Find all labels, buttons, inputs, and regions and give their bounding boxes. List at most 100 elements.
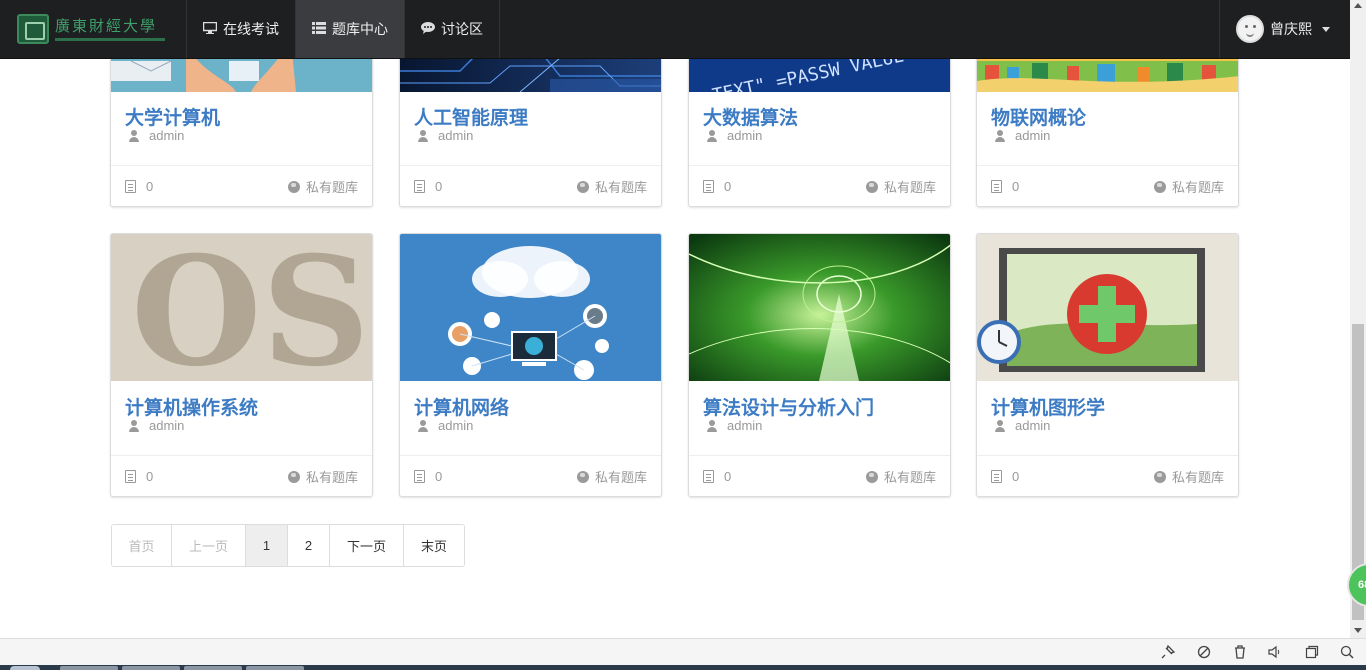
pagination-first[interactable]: 首页	[112, 525, 172, 566]
card-thumbnail[interactable]	[689, 234, 950, 381]
logo-text: 廣東財經大學	[55, 16, 158, 35]
question-bank-card[interactable]: OS 计算机操作系统 admin 0 私有题库	[110, 233, 373, 497]
visibility-label: 私有题库	[305, 179, 358, 195]
medical-cross-image	[977, 234, 1238, 381]
user-icon	[129, 129, 139, 142]
globe-icon	[576, 470, 589, 483]
document-icon	[703, 179, 714, 193]
scroll-up-arrow-icon[interactable]	[1354, 3, 1362, 8]
document-icon	[125, 179, 136, 193]
card-author-name: admin	[1015, 128, 1051, 143]
taskbar-app[interactable]	[60, 666, 118, 670]
globe-icon	[287, 470, 300, 483]
top-navbar: 廣東財經大學 在线考试 题库中心 讨论区 曾庆熙	[0, 0, 1350, 59]
card-thumbnail[interactable]: OS	[111, 234, 372, 381]
card-author: admin	[418, 418, 473, 433]
user-icon	[418, 419, 428, 432]
card-title[interactable]: 计算机图形学	[991, 393, 1105, 420]
card-thumbnail[interactable]	[400, 234, 661, 381]
visibility-label: 私有题库	[305, 469, 358, 485]
nav-online-exam[interactable]: 在线考试	[187, 0, 296, 58]
speaker-icon[interactable]	[1268, 645, 1282, 659]
card-author-name: admin	[727, 128, 763, 143]
university-seal-icon	[17, 14, 49, 44]
user-icon	[707, 129, 717, 142]
document-icon	[991, 179, 1002, 193]
card-footer: 0 私有题库	[689, 165, 950, 206]
start-button-icon[interactable]	[10, 666, 40, 670]
refresh-disabled-icon[interactable]	[1197, 645, 1211, 659]
card-author-name: admin	[149, 128, 185, 143]
globe-icon	[865, 180, 878, 193]
card-thumbnail[interactable]	[977, 234, 1238, 381]
user-icon	[129, 419, 139, 432]
question-count: 0	[724, 468, 732, 484]
pagination-next[interactable]: 下一页	[330, 525, 404, 566]
question-count: 0	[724, 178, 732, 194]
monitor-icon	[202, 21, 218, 37]
visibility-label: 私有题库	[1171, 469, 1224, 485]
document-icon	[414, 469, 425, 483]
user-menu[interactable]: 曾庆熙	[1219, 0, 1350, 58]
pagination-prev[interactable]: 上一页	[172, 525, 246, 566]
globe-icon	[865, 470, 878, 483]
card-author: admin	[995, 128, 1050, 143]
card-author-name: admin	[727, 418, 763, 433]
card-author-name: admin	[438, 418, 474, 433]
card-footer: 0 私有题库	[111, 455, 372, 496]
nav-discussion[interactable]: 讨论区	[405, 0, 500, 58]
card-title[interactable]: 计算机操作系统	[125, 393, 258, 420]
card-footer: 0 私有题库	[400, 455, 661, 496]
nav-discussion-label: 讨论区	[441, 21, 483, 37]
card-title[interactable]: 物联网概论	[991, 103, 1086, 130]
card-author: admin	[129, 418, 184, 433]
pagination-last[interactable]: 末页	[404, 525, 464, 566]
card-title[interactable]: 计算机网络	[414, 393, 509, 420]
card-author-name: admin	[1015, 418, 1051, 433]
card-title[interactable]: 人工智能原理	[414, 103, 528, 130]
pagination-page-2[interactable]: 2	[288, 525, 330, 566]
card-title[interactable]: 算法设计与分析入门	[703, 393, 874, 420]
pagination-page-1[interactable]: 1	[246, 525, 288, 566]
search-icon[interactable]	[1340, 645, 1354, 659]
document-icon	[703, 469, 714, 483]
card-title[interactable]: 大数据算法	[703, 103, 798, 130]
nav-question-bank[interactable]: 题库中心	[296, 0, 405, 58]
card-footer: 0 私有题库	[400, 165, 661, 206]
card-author: admin	[707, 128, 762, 143]
card-author: admin	[707, 418, 762, 433]
taskbar-app[interactable]	[184, 666, 242, 670]
card-author-name: admin	[438, 128, 474, 143]
question-bank-card[interactable]: 计算机图形学 admin 0 私有题库	[976, 233, 1239, 497]
card-footer: 0 私有题库	[977, 455, 1238, 496]
scroll-down-arrow-icon[interactable]	[1354, 628, 1362, 633]
card-author: admin	[129, 128, 184, 143]
os-taskbar	[0, 665, 1366, 670]
list-icon	[312, 21, 326, 37]
question-bank-card[interactable]: 算法设计与分析入门 admin 0 私有题库	[688, 233, 951, 497]
trash-icon[interactable]	[1233, 645, 1247, 659]
card-author-name: admin	[149, 418, 185, 433]
taskbar-app[interactable]	[246, 666, 304, 670]
question-count: 0	[1012, 468, 1020, 484]
page-scrollbar[interactable]	[1350, 0, 1366, 638]
binary-tunnel-image	[689, 234, 950, 381]
document-icon	[414, 179, 425, 193]
taskbar-app[interactable]	[122, 666, 180, 670]
card-author: admin	[995, 418, 1050, 433]
question-count: 0	[1012, 178, 1020, 194]
window-icon[interactable]	[1305, 645, 1319, 659]
card-footer: 0 私有题库	[689, 455, 950, 496]
globe-icon	[1153, 180, 1166, 193]
question-bank-card[interactable]: 计算机网络 admin 0 私有题库	[399, 233, 662, 497]
nav-question-bank-label: 题库中心	[332, 21, 388, 37]
university-logo[interactable]: 廣東財經大學	[0, 0, 187, 58]
pin-icon[interactable]	[1161, 644, 1176, 659]
os-wordcloud-image: OS	[111, 234, 372, 381]
visibility-label: 私有题库	[594, 469, 647, 485]
user-icon	[995, 129, 1005, 142]
user-icon	[418, 129, 428, 142]
card-title[interactable]: 大学计算机	[125, 103, 220, 130]
card-author: admin	[418, 128, 473, 143]
document-icon	[991, 469, 1002, 483]
